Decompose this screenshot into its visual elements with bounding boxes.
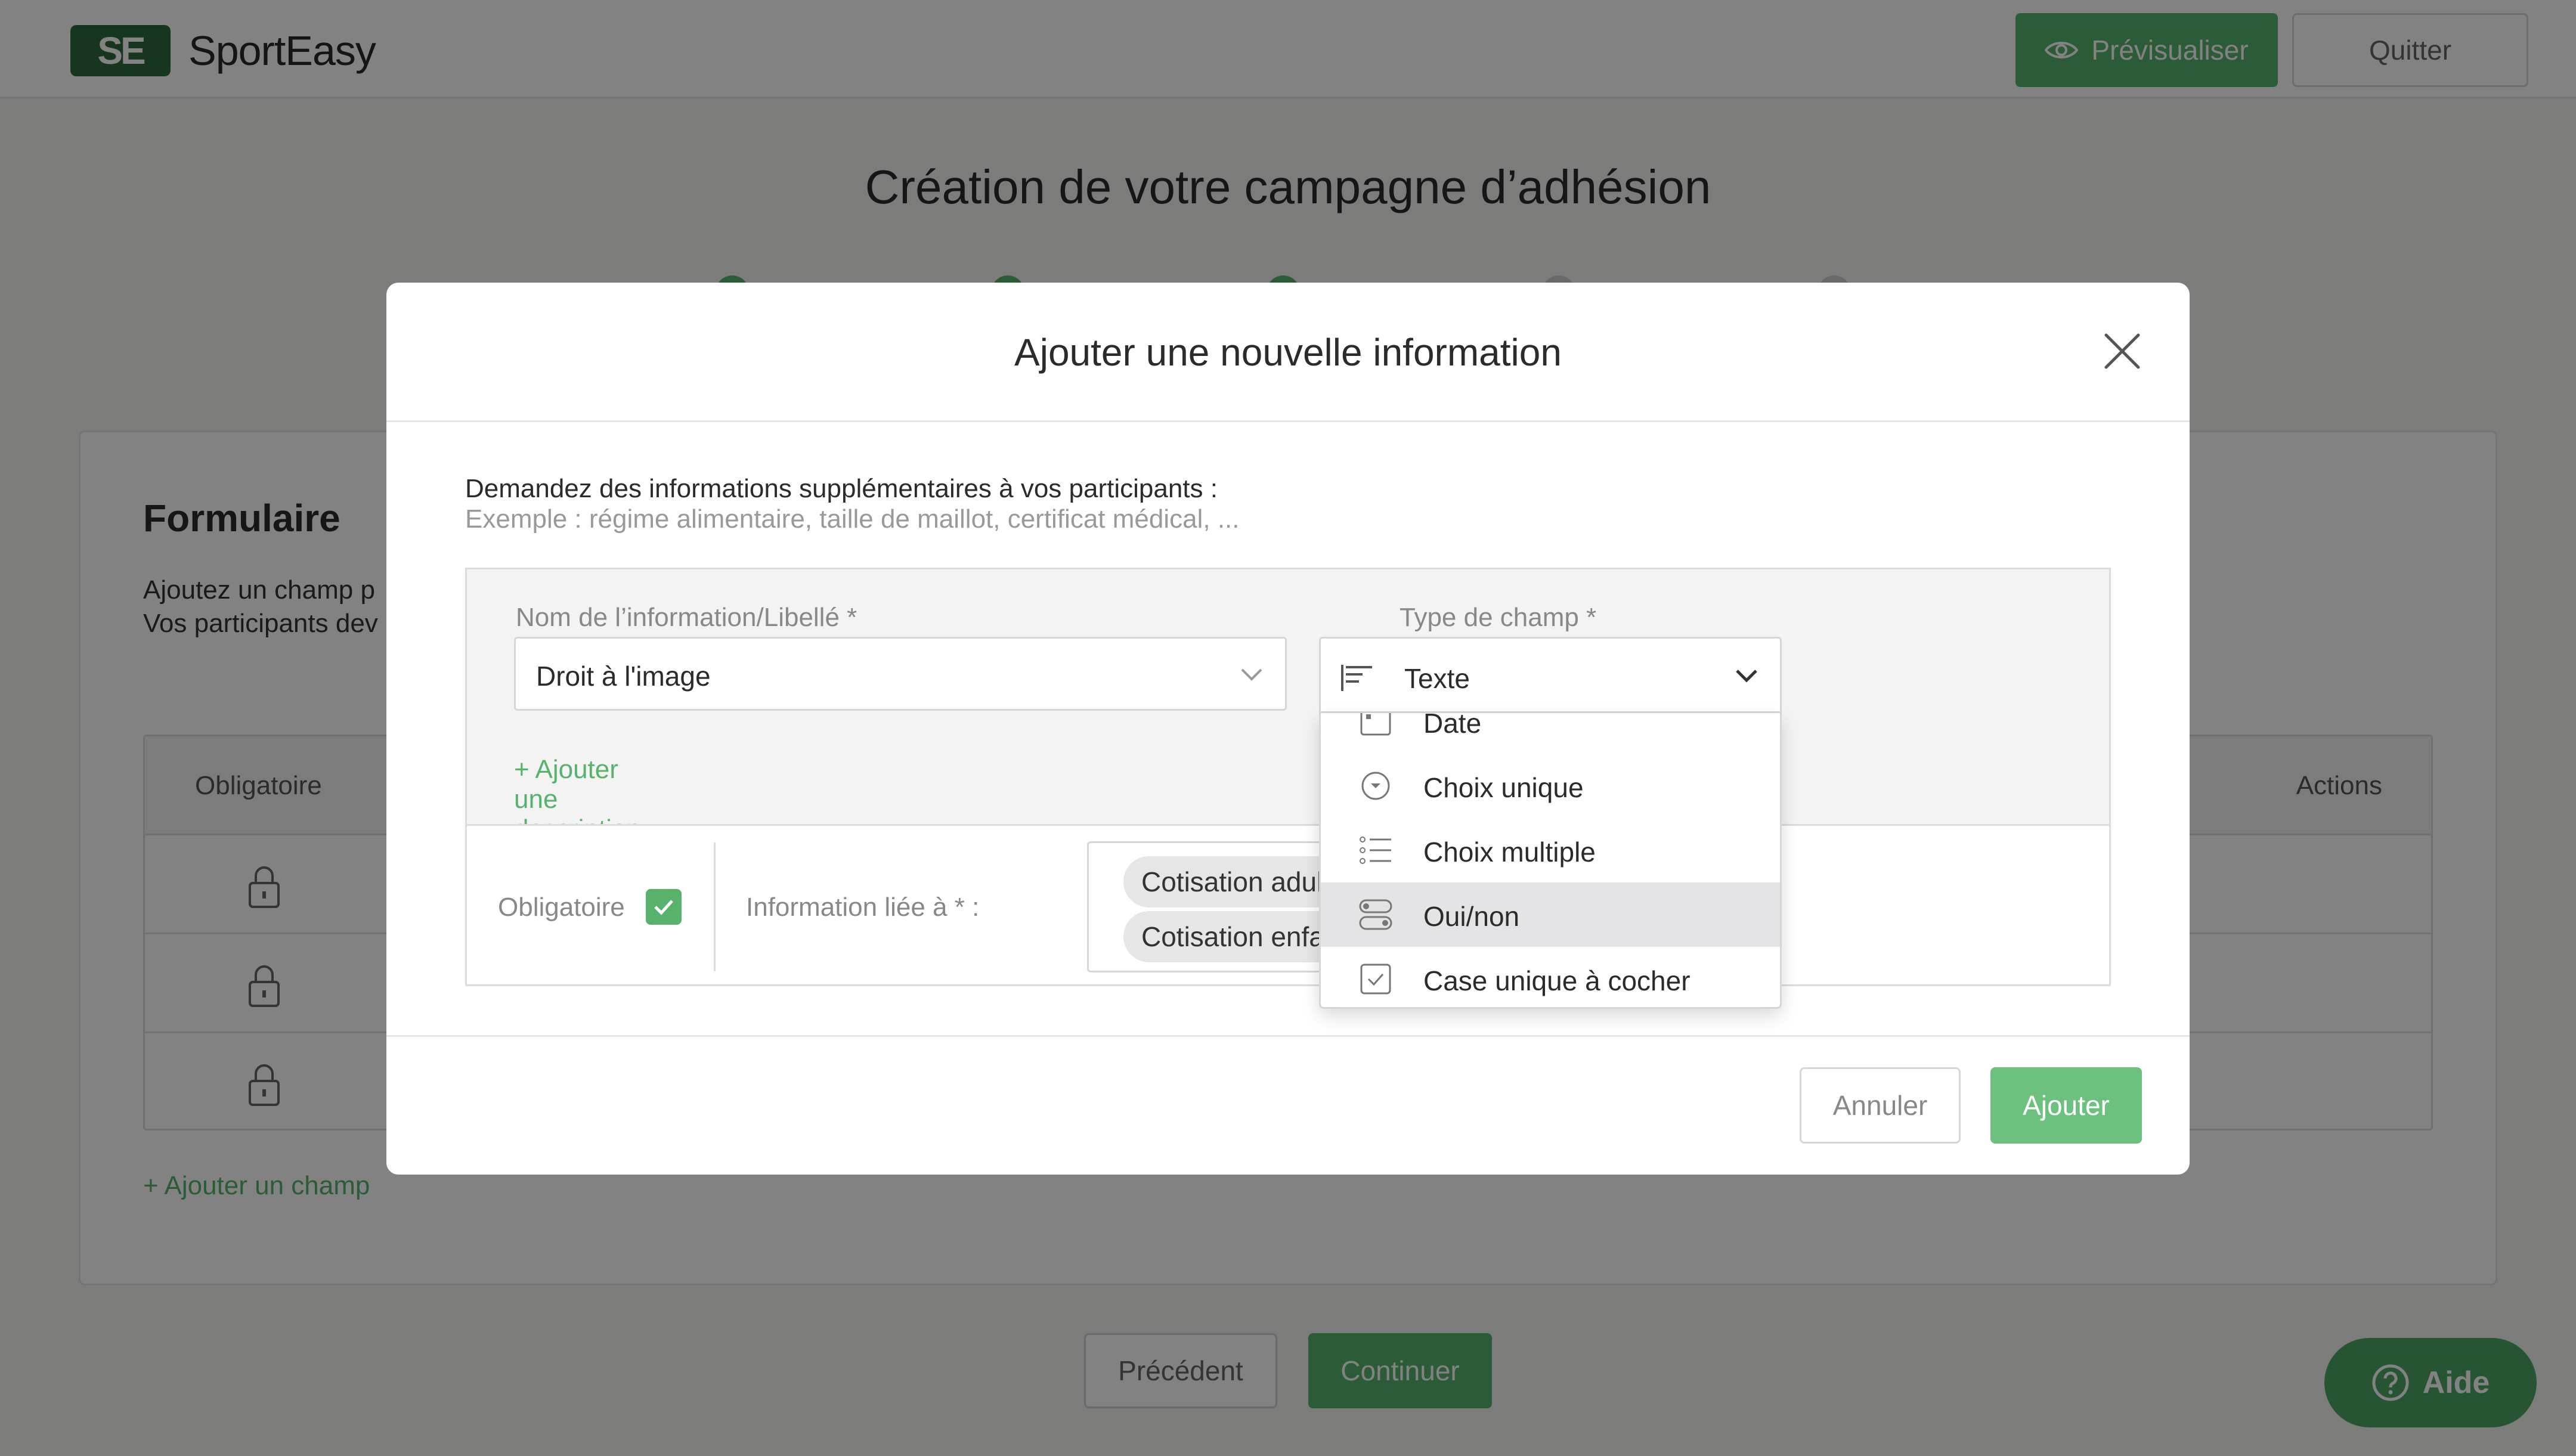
- modal-intro: Demandez des informations supplémentaire…: [465, 474, 1218, 503]
- cancel-button[interactable]: Annuler: [1800, 1067, 1961, 1144]
- checkbox-icon: [1360, 964, 1391, 995]
- close-icon[interactable]: [2101, 330, 2143, 372]
- text-icon: [1341, 665, 1372, 691]
- linked-label: Information liée à * :: [746, 893, 980, 922]
- option-label: Case unique à cocher: [1423, 965, 1690, 996]
- modal-header: Ajouter une nouvelle information: [386, 283, 2190, 422]
- required-label: Obligatoire: [498, 893, 625, 922]
- option-label: Choix unique: [1423, 772, 1584, 803]
- option-case-unique[interactable]: Case unique à cocher: [1321, 947, 1780, 1007]
- field-type-value: Texte: [1404, 663, 1470, 694]
- option-choix-unique[interactable]: Choix unique: [1321, 754, 1780, 818]
- option-date[interactable]: Date: [1321, 713, 1780, 754]
- modal-title: Ajouter une nouvelle information: [1014, 331, 1562, 374]
- check-icon: [654, 900, 673, 915]
- add-information-modal: Ajouter une nouvelle information Demande…: [386, 283, 2190, 1175]
- name-input[interactable]: Droit à l'image: [514, 637, 1287, 711]
- option-choix-multiple[interactable]: Choix multiple: [1321, 818, 1780, 882]
- required-checkbox[interactable]: [646, 889, 682, 925]
- option-label: Oui/non: [1423, 901, 1520, 932]
- field-type-dropdown: Date Choix unique Choix multiple Oui/non…: [1319, 713, 1782, 1009]
- name-label: Nom de l’information/Libellé *: [516, 603, 857, 632]
- field-options-row: Obligatoire Information liée à * : Cotis…: [465, 824, 2111, 986]
- divider: [714, 842, 716, 971]
- chevron-down-icon: [1241, 668, 1262, 681]
- field-type-select[interactable]: Texte: [1319, 637, 1782, 713]
- list-icon: [1360, 837, 1391, 864]
- option-label: Choix multiple: [1423, 837, 1596, 868]
- option-label: Date: [1423, 713, 1482, 739]
- chevron-down-icon: [1736, 670, 1757, 683]
- name-input-value: Droit à l'image: [536, 661, 711, 692]
- radio-icon: [1361, 772, 1390, 800]
- toggle-icon: [1359, 899, 1392, 930]
- modal-footer-divider: [386, 1035, 2190, 1037]
- option-oui-non[interactable]: Oui/non: [1321, 882, 1780, 947]
- calendar-icon: [1360, 713, 1391, 736]
- type-label: Type de champ *: [1400, 603, 1597, 632]
- modal-example: Exemple : régime alimentaire, taille de …: [465, 504, 1240, 534]
- add-button[interactable]: Ajouter: [1990, 1067, 2142, 1144]
